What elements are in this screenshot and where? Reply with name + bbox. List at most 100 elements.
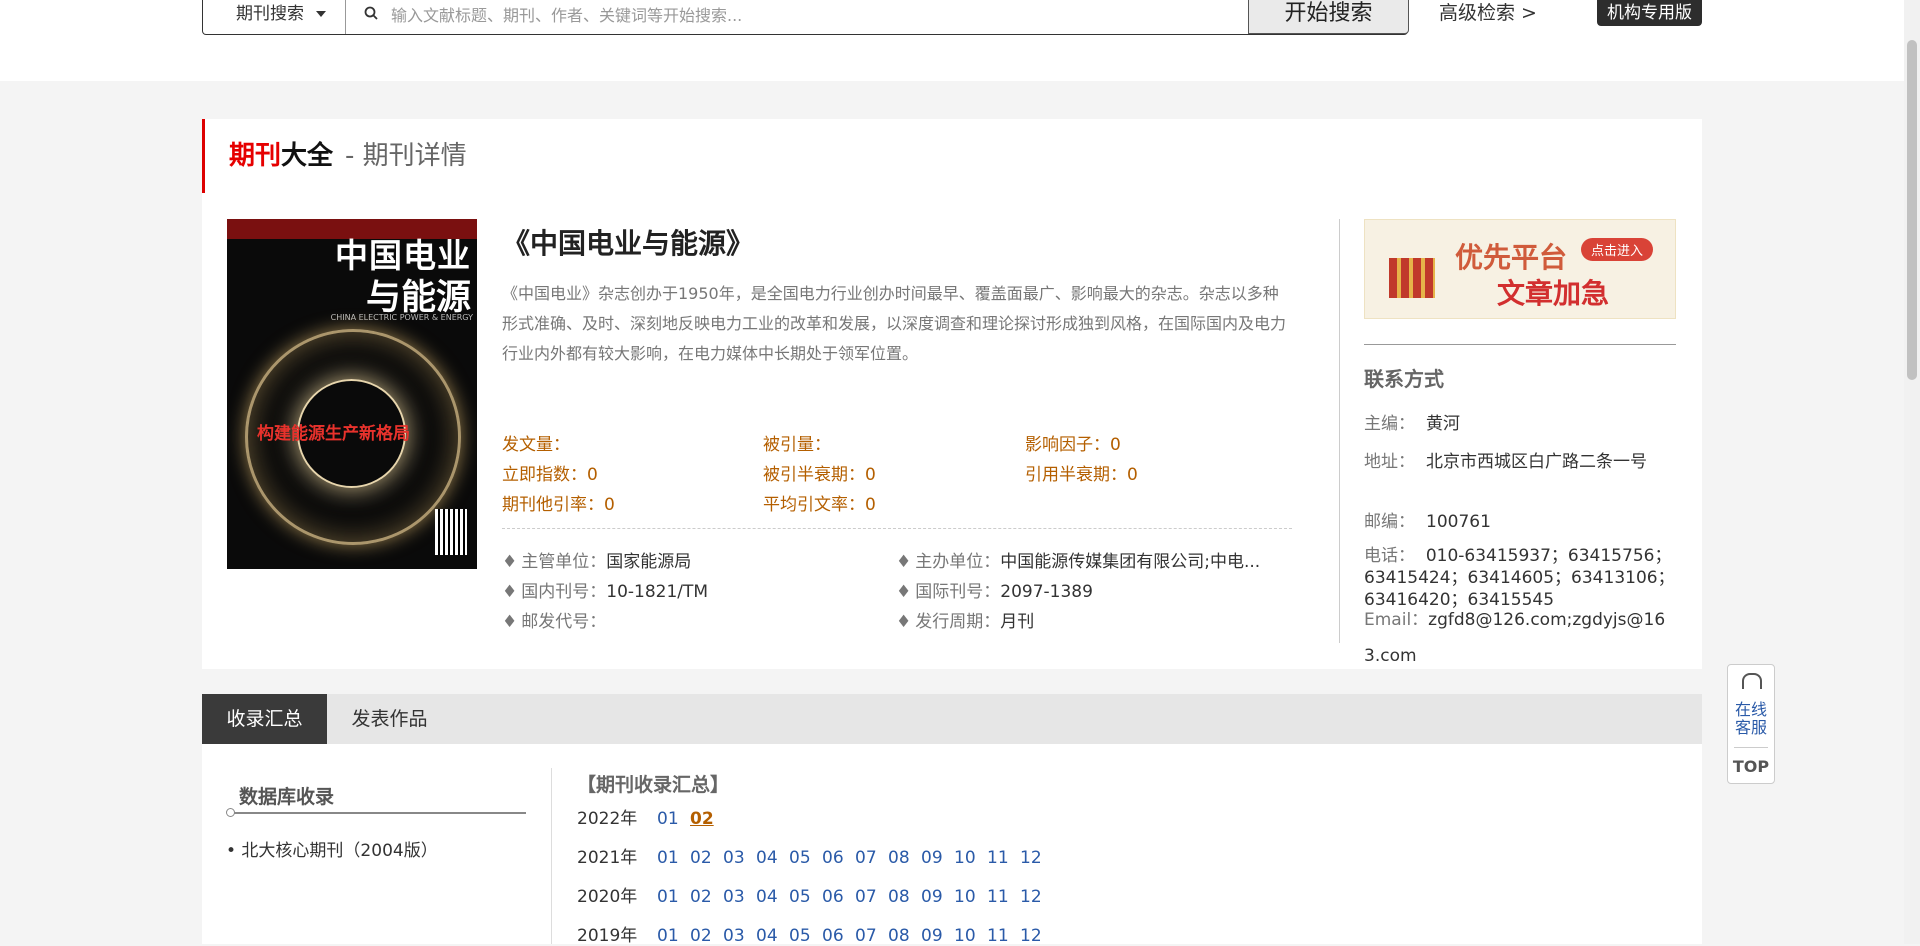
issue-link[interactable]: 08 (888, 848, 921, 868)
issue-link[interactable]: 07 (855, 926, 888, 946)
page-scrollbar[interactable] (1904, 0, 1920, 944)
issue-link[interactable]: 11 (987, 887, 1020, 907)
scrollbar-thumb[interactable] (1907, 40, 1917, 380)
issue-link[interactable]: 05 (789, 926, 822, 946)
contact-postcode: 邮编： 100761 (1364, 512, 1491, 532)
info-frequency: ♦ 发行周期：月刊 (896, 612, 1035, 632)
issue-link[interactable]: 06 (822, 887, 855, 907)
stat-immediacy-index: 立即指数：0 (502, 465, 598, 485)
issue-link[interactable]: 04 (756, 926, 789, 946)
divider (502, 528, 1292, 529)
database-title: 数据库收录 (239, 786, 335, 808)
summary-title: 【期刊收录汇总】 (577, 774, 730, 796)
issue-link[interactable]: 01 (657, 926, 690, 946)
issue-link[interactable]: 03 (723, 926, 756, 946)
issue-link[interactable]: 02 (690, 926, 723, 946)
stat-impact-factor: 影响因子：0 (1025, 435, 1121, 455)
issue-link[interactable]: 06 (822, 848, 855, 868)
issue-link[interactable]: 08 (888, 926, 921, 946)
contact-editor: 主编： 黄河 (1364, 414, 1460, 434)
year-label: 2022年 (577, 809, 638, 829)
top-header: 期刊搜索 开始搜索 高级检索 > 机构专用版 (0, 0, 1904, 81)
title-part-qikan: 期刊 (229, 141, 282, 171)
issue-link[interactable]: 12 (1020, 887, 1053, 907)
books-icon (1389, 258, 1435, 298)
issue-link[interactable]: 10 (954, 926, 987, 946)
advanced-search-link[interactable]: 高级检索 > (1439, 0, 1537, 26)
issue-link[interactable]: 10 (954, 848, 987, 868)
tab-collection-summary[interactable]: 收录汇总 (202, 694, 327, 744)
issue-link[interactable]: 05 (789, 887, 822, 907)
issue-link[interactable]: 09 (921, 848, 954, 868)
year-row: 2020年 01 02 03 04 05 06 07 08 09 10 11 12 (577, 882, 1053, 907)
issue-link[interactable]: 07 (855, 887, 888, 907)
online-service-button[interactable]: 在线客服 (1728, 701, 1774, 737)
issue-link[interactable]: 09 (921, 887, 954, 907)
search-type-label: 期刊搜索 (236, 4, 304, 24)
journal-detail-card: 期刊大全 - 期刊详情 中国电业 与能源 CHINA ELECTRIC POWER… (202, 119, 1702, 669)
issue-link[interactable]: 01 (657, 809, 690, 829)
search-input[interactable] (389, 0, 1193, 30)
title-part-daquan: 大全 (281, 141, 334, 171)
institution-button[interactable]: 机构专用版 (1597, 0, 1702, 26)
cover-slogan: 构建能源生产新格局 (257, 424, 410, 444)
stat-other-citation-rate: 期刊他引率：0 (502, 495, 615, 515)
issue-link[interactable]: 09 (921, 926, 954, 946)
year-label: 2019年 (577, 926, 638, 946)
chevron-down-icon (316, 11, 326, 17)
issue-link[interactable]: 01 (657, 887, 690, 907)
issue-link[interactable]: 07 (855, 848, 888, 868)
search-box: 期刊搜索 开始搜索 (202, 0, 1409, 35)
issue-link[interactable]: 11 (987, 926, 1020, 946)
issue-link[interactable]: 02 (690, 887, 723, 907)
journal-title: 《中国电业与能源》 (502, 227, 755, 260)
stat-cited-half-life: 被引半衰期：0 (763, 465, 876, 485)
search-type-dropdown[interactable]: 期刊搜索 (203, 0, 346, 34)
issue-link[interactable]: 02 (690, 848, 723, 868)
banner-line1: 优先平台 (1455, 241, 1568, 274)
year-row: 2021年 01 02 03 04 05 06 07 08 09 10 11 12 (577, 843, 1053, 868)
tab-published-works[interactable]: 发表作品 (327, 694, 452, 744)
issue-link[interactable]: 12 (1020, 926, 1053, 946)
stat-citing-half-life: 引用半衰期：0 (1025, 465, 1138, 485)
divider (1364, 344, 1676, 345)
divider (230, 812, 526, 814)
issue-link[interactable]: 04 (756, 887, 789, 907)
floating-service-panel: 在线客服 TOP (1727, 664, 1775, 784)
database-item[interactable]: • 北大核心期刊（2004版） (226, 836, 438, 861)
banner-line2: 文章加急 (1497, 277, 1610, 310)
back-to-top-button[interactable]: TOP (1728, 757, 1774, 776)
issue-link[interactable]: 10 (954, 887, 987, 907)
info-issn: ♦ 国际刊号：2097-1389 (896, 582, 1093, 602)
info-supervisor: ♦ 主管单位：国家能源局 (502, 552, 692, 572)
info-cn-number: ♦ 国内刊号：10-1821/TM (502, 582, 709, 602)
collection-panel: 数据库收录 • 北大核心期刊（2004版） 【期刊收录汇总】 2022年 01 02… (202, 744, 1702, 946)
search-button[interactable]: 开始搜索 (1248, 0, 1409, 34)
issue-link[interactable]: 11 (987, 848, 1020, 868)
cover-english: CHINA ELECTRIC POWER & ENERGY (330, 313, 473, 322)
year-label: 2020年 (577, 887, 638, 907)
title-part-detail: - 期刊详情 (345, 141, 467, 171)
stat-citations: 被引量： (763, 435, 831, 455)
info-sponsor: ♦ 主办单位：中国能源传媒集团有限公司;中电... (896, 552, 1261, 572)
contact-email: Email：zgfd8@126.com;zgdyjs@163.com (1364, 610, 1666, 666)
issue-link[interactable]: 06 (822, 926, 855, 946)
journal-cover-image: 中国电业 与能源 CHINA ELECTRIC POWER & ENERGY 构… (227, 219, 477, 569)
issue-link[interactable]: 05 (789, 848, 822, 868)
divider (551, 768, 552, 944)
tab-bar: 收录汇总 发表作品 (202, 694, 1702, 744)
bullet-icon (226, 808, 235, 817)
journal-description: 《中国电业》杂志创办于1950年，是全国电力行业创办时间最早、覆盖面最广、影响最… (502, 284, 1287, 363)
issue-link[interactable]: 08 (888, 887, 921, 907)
priority-platform-banner[interactable]: 优先平台 文章加急 点击进入 (1364, 219, 1676, 319)
page-title: 期刊大全 - 期刊详情 (202, 119, 467, 193)
contact-title: 联系方式 (1364, 367, 1444, 391)
issue-link[interactable]: 03 (723, 848, 756, 868)
stat-publications: 发文量： (502, 435, 570, 455)
issue-link[interactable]: 01 (657, 848, 690, 868)
issue-link[interactable]: 02 (690, 809, 723, 829)
headset-icon (1742, 673, 1762, 689)
issue-link[interactable]: 04 (756, 848, 789, 868)
issue-link[interactable]: 12 (1020, 848, 1053, 868)
issue-link[interactable]: 03 (723, 887, 756, 907)
